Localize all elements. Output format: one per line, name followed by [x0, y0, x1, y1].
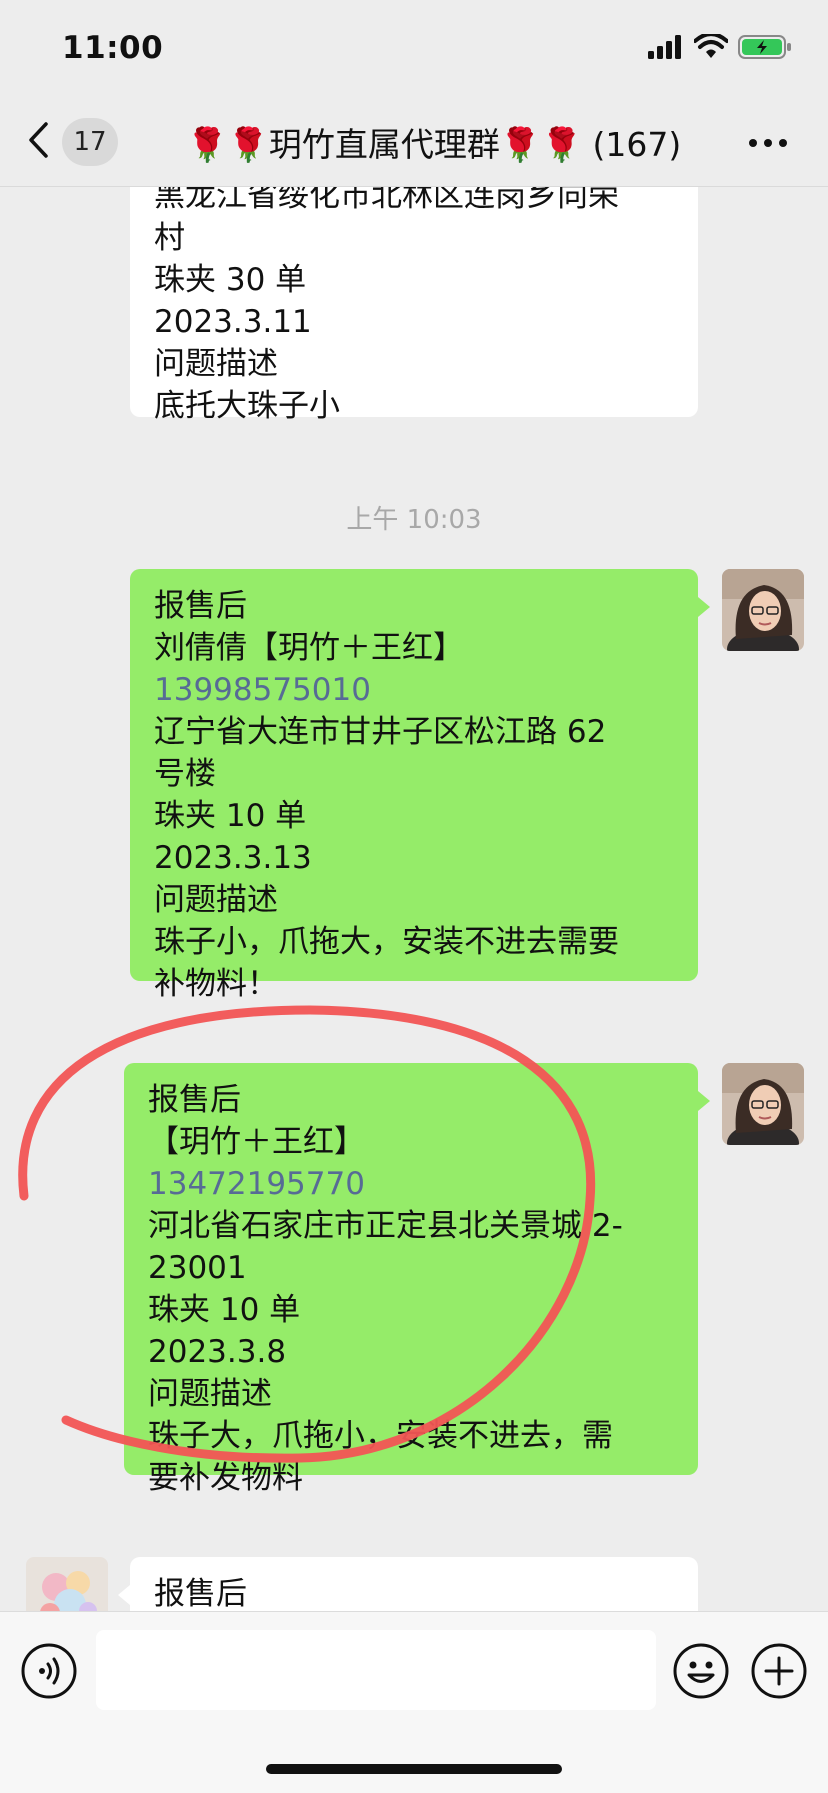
message-input[interactable] [96, 1630, 656, 1710]
chevron-left-icon [26, 120, 50, 164]
message-line: 珠夹 30 单 [154, 262, 307, 298]
message-bubble-outgoing[interactable]: 报售后 【玥竹＋王红】 13472195770 河北省石家庄市正定县北关景城 2… [124, 1063, 698, 1496]
voice-button[interactable] [20, 1642, 78, 1700]
bubble-tail [698, 1091, 710, 1111]
message-line: 村 [154, 220, 185, 256]
message-line: 问题描述 [154, 346, 278, 382]
bubble-tail [698, 597, 710, 617]
plus-icon [750, 1643, 808, 1704]
message-timestamp: 上午 10:03 [346, 505, 482, 535]
message-line: 珠夹 10 单 [154, 798, 307, 834]
message-bubble-outgoing[interactable]: 报售后 刘倩倩【玥竹＋王红】 13998575010 辽宁省大连市甘井子区松江路… [130, 569, 698, 1002]
voice-icon [20, 1643, 78, 1704]
message-line: 2023.3.11 [154, 304, 312, 340]
message-line: 刘倩倩【玥竹＋王红】 [154, 630, 464, 666]
message-line: 黑龙江省绥化市北林区连岗乡向荣 [154, 187, 619, 214]
phone-number-link[interactable]: 13472195770 [148, 1163, 674, 1205]
message-bubble-incoming[interactable]: 报售后 [130, 1557, 698, 1611]
status-icons [648, 32, 792, 64]
message-line: 河北省石家庄市正定县北关景城 2- [148, 1208, 623, 1244]
phone-number-link[interactable]: 13998575010 [154, 669, 674, 711]
message-line: 问题描述 [148, 1376, 272, 1412]
wifi-icon [693, 32, 729, 64]
home-indicator [266, 1764, 562, 1774]
message-line: 问题描述 [154, 882, 278, 918]
message-line: 底托大珠子小 [154, 388, 340, 424]
more-dots-icon [748, 133, 788, 152]
chat-header: 17 🌹🌹玥竹直属代理群🌹🌹 (167) [0, 100, 828, 187]
back-button[interactable]: 17 [26, 118, 118, 166]
message-line: 23001 [148, 1250, 247, 1286]
message-line: 2023.3.8 [148, 1334, 287, 1370]
message-line: 珠夹 10 单 [148, 1292, 301, 1328]
avatar[interactable] [26, 1557, 108, 1611]
emoji-button[interactable] [672, 1642, 730, 1700]
group-title: 🌹🌹玥竹直属代理群🌹🌹 (167) [186, 125, 682, 164]
message-line: 号楼 [154, 756, 216, 792]
avatar[interactable] [722, 1063, 804, 1145]
message-line: 补物料！ [154, 966, 278, 1002]
battery-icon [738, 34, 792, 64]
more-button[interactable] [744, 122, 792, 162]
message-line: 珠子大，爪拖小，安装不进去，需 [148, 1418, 613, 1454]
message-line: 报售后 [148, 1082, 241, 1118]
emoji-icon [672, 1643, 730, 1704]
status-bar: 11:00 [0, 0, 828, 100]
message-line: 报售后 [154, 588, 247, 624]
bubble-tail [118, 1585, 130, 1605]
unread-count-badge: 17 [62, 118, 118, 166]
signal-icon [648, 35, 684, 63]
message-line: 2023.3.13 [154, 840, 312, 876]
more-actions-button[interactable] [750, 1642, 808, 1700]
status-time: 11:00 [62, 30, 164, 66]
chat-message-list[interactable]: 黑龙江省绥化市北林区连岗乡向荣 村 珠夹 30 单 2023.3.11 问题描述… [0, 187, 828, 1611]
message-line: 报售后 [154, 1576, 247, 1611]
message-line: 珠子小，爪拖大，安装不进去需要 [154, 924, 619, 960]
avatar[interactable] [722, 569, 804, 651]
message-line: 要补发物料 [148, 1460, 303, 1496]
message-line: 辽宁省大连市甘井子区松江路 62 [154, 714, 607, 750]
message-bubble-incoming[interactable]: 黑龙江省绥化市北林区连岗乡向荣 村 珠夹 30 单 2023.3.11 问题描述… [130, 187, 698, 424]
message-line: 【玥竹＋王红】 [148, 1124, 365, 1160]
